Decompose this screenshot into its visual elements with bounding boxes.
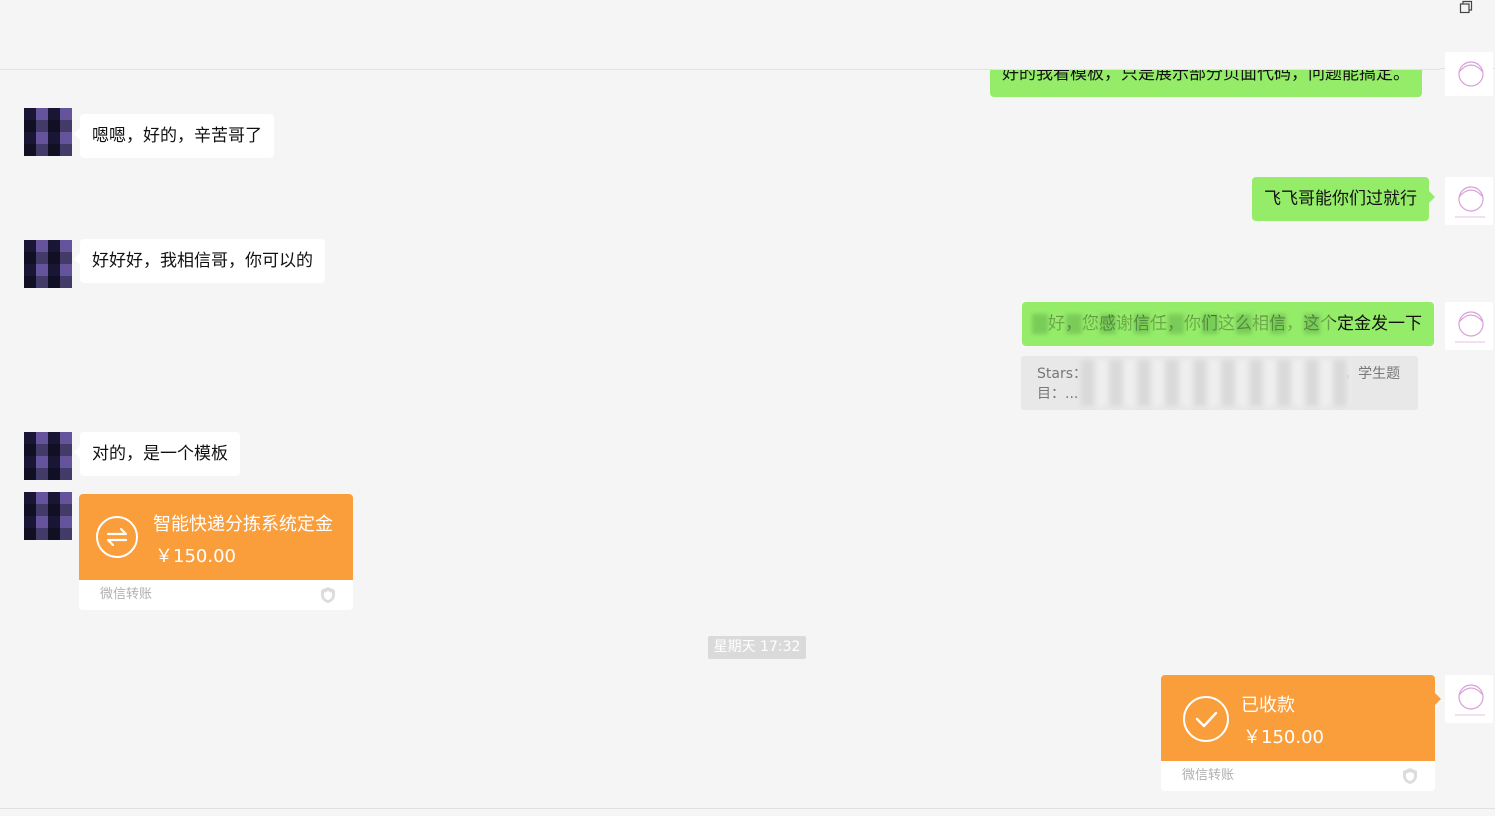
transfer-label: 微信转账 <box>100 587 153 602</box>
transfer-footer: 微信转账 <box>1161 761 1435 791</box>
message-text: 对的，是一个模板 <box>92 444 228 464</box>
message-text: 飞飞哥能你们过就行 <box>1264 189 1417 209</box>
contact-avatar[interactable] <box>24 240 72 288</box>
my-avatar[interactable] <box>1445 302 1493 350</box>
restore-icon[interactable] <box>1451 0 1481 20</box>
shield-icon <box>1403 768 1417 784</box>
transfer-card-header: 智能快递分拣系统定金 ￥150.00 <box>79 494 353 580</box>
timestamp-badge: 星期天 17:32 <box>708 636 806 659</box>
contact-avatar[interactable] <box>24 108 72 156</box>
redacted-text <box>1032 314 1332 334</box>
transfer-amount: ￥150.00 <box>155 546 236 567</box>
transfer-card-header: 已收款 ￥150.00 <box>1161 675 1435 761</box>
my-avatar[interactable] <box>1445 52 1493 96</box>
my-avatar[interactable] <box>1445 675 1493 723</box>
check-circle-icon <box>1183 696 1229 742</box>
contact-avatar[interactable] <box>24 432 72 480</box>
message-bubble-sent[interactable]: 好，您感谢信任，你们这么相信，这个定金发一下 <box>1022 302 1434 346</box>
transfer-title: 已收款 <box>1241 695 1295 716</box>
bubble-tail <box>1435 693 1441 705</box>
transfer-amount: ￥150.00 <box>1243 727 1324 748</box>
header-mask <box>0 0 1440 70</box>
message-bubble-received[interactable]: 好好好，我相信哥，你可以的 <box>74 239 325 283</box>
message-bubble-sent[interactable]: 飞飞哥能你们过就行 <box>1252 177 1435 221</box>
message-bubble-received[interactable]: 对的，是一个模板 <box>74 432 240 476</box>
message-bubble-received[interactable]: 嗯嗯，好的，辛苦哥了 <box>74 114 274 158</box>
input-divider <box>0 808 1495 809</box>
message-text: 好好好，我相信哥，你可以的 <box>92 251 313 271</box>
transfer-card-incoming[interactable]: 智能快递分拣系统定金 ￥150.00 微信转账 <box>79 494 353 610</box>
transfer-label: 微信转账 <box>1182 768 1235 783</box>
my-avatar[interactable] <box>1445 177 1493 225</box>
transfer-card-outgoing[interactable]: 已收款 ￥150.00 微信转账 <box>1161 675 1435 791</box>
transfer-title: 智能快递分拣系统定金 <box>153 514 333 535</box>
contact-avatar[interactable] <box>24 492 72 540</box>
transfer-arrows-icon <box>96 516 138 558</box>
quoted-message[interactable]: Stars：学校原本姓名学号，学号：2060331717，学生题目：... <box>1021 356 1418 410</box>
transfer-footer: 微信转账 <box>79 580 353 610</box>
shield-icon <box>321 587 335 603</box>
message-text: 嗯嗯，好的，辛苦哥了 <box>92 126 262 146</box>
redaction-mask <box>1081 360 1351 406</box>
